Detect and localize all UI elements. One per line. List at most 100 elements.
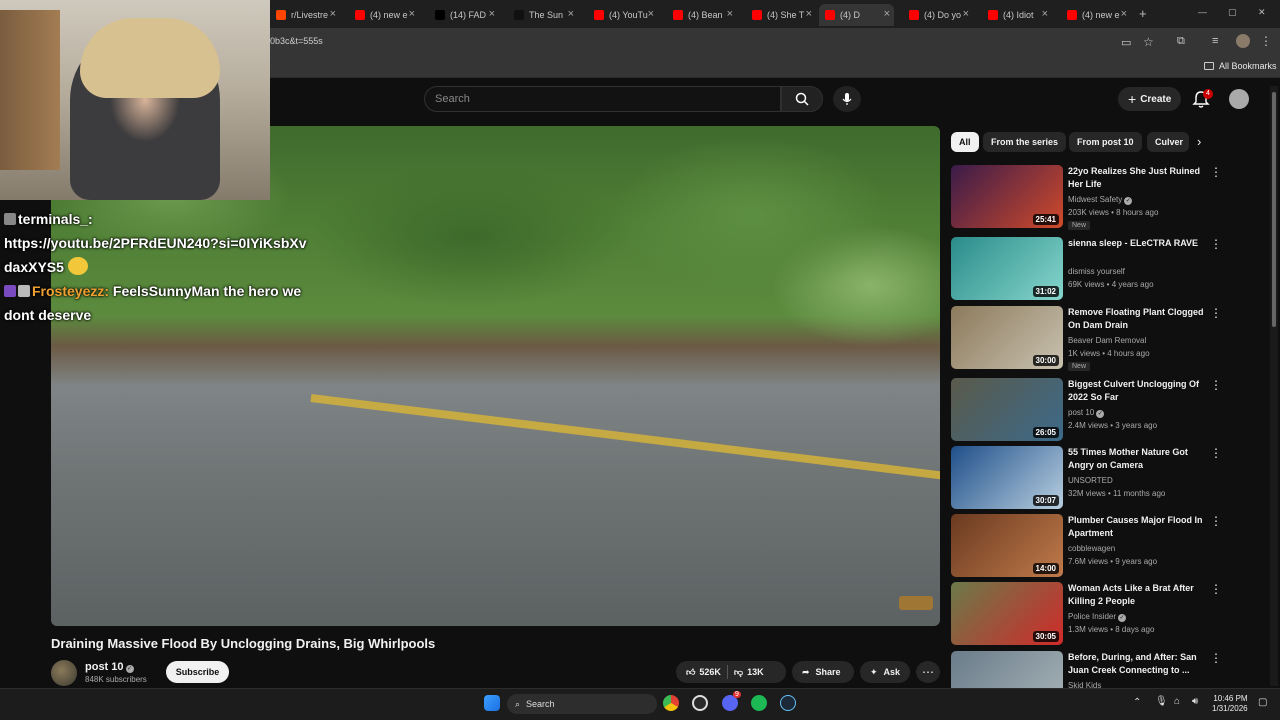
recommended-video[interactable]: 30:00 Remove Floating Plant Clogged On Da… [951,306,1231,371]
video-thumbnail[interactable]: 30:05 [951,582,1063,645]
more-options-icon[interactable]: ⋮ [1210,446,1222,460]
filter-chip[interactable]: From the series [983,132,1067,152]
url-text[interactable]: 0b3c&t=555s [270,36,323,46]
search-box[interactable] [424,86,781,112]
recommended-video[interactable]: 25:41 22yo Realizes She Just Ruined Her L… [951,165,1231,230]
subscribe-button[interactable]: Subscribe [166,661,229,683]
channel-avatar[interactable] [51,660,77,686]
close-window-icon[interactable]: ✕ [1258,7,1266,18]
account-avatar[interactable] [1229,89,1249,109]
more-options-icon[interactable]: ⋮ [1210,237,1222,251]
create-button[interactable]: + Create [1118,87,1182,111]
cast-icon[interactable]: ▭ [1121,36,1131,49]
tab-close-icon[interactable]: × [648,8,654,20]
browser-tab[interactable]: (14) FAD × [429,4,499,26]
recommended-video-title[interactable]: Remove Floating Plant Clogged On Dam Dra… [1068,306,1208,332]
like-button[interactable]: 👍︎ 526K [686,667,721,678]
taskbar-clock[interactable]: 10:46 PM 1/31/2026 [1212,694,1248,714]
media-controls-icon[interactable]: ≡ [1212,35,1218,47]
tab-close-icon[interactable]: × [727,8,733,20]
video-thumbnail[interactable] [951,651,1063,688]
tab-close-icon[interactable]: × [1042,8,1048,20]
recommended-video-title[interactable]: Biggest Culvert Unclogging Of 2022 So Fa… [1068,378,1208,404]
browser-tab[interactable]: (4) D × [819,4,894,26]
recommended-video-title[interactable]: 55 Times Mother Nature Got Angry on Came… [1068,446,1208,472]
notification-center-icon[interactable]: ▢ [1258,697,1267,708]
all-bookmarks-button[interactable]: All Bookmarks [1204,61,1277,71]
chevron-right-icon[interactable]: › [1197,134,1201,149]
video-thumbnail[interactable]: 14:00 [951,514,1063,577]
tab-close-icon[interactable]: × [409,8,415,20]
recommended-video[interactable]: Before, During, and After: San Juan Cree… [951,651,1231,688]
spotify-icon[interactable] [751,695,767,711]
recommended-video-channel[interactable]: Police Insider ✓ [1068,612,1127,622]
recommended-video[interactable]: 14:00 Plumber Causes Major Flood In Apart… [951,514,1231,578]
ask-button[interactable]: ✦ Ask [860,661,910,683]
share-button[interactable]: ➦ Share [792,661,854,683]
filter-chip[interactable]: Culver [1147,132,1189,152]
tab-close-icon[interactable]: × [568,8,574,20]
browser-tab[interactable]: (4) YouTu × [588,4,658,26]
tray-network-icon[interactable]: ⌂ [1174,696,1180,707]
bookmark-star-icon[interactable]: ☆ [1143,35,1154,49]
recommended-video-title[interactable]: sienna sleep - ELeCTRA RAVE [1068,237,1208,250]
tab-close-icon[interactable]: × [963,8,969,20]
browser-tab[interactable]: (4) new e × [349,4,419,26]
profile-avatar[interactable] [1236,34,1250,48]
minimize-icon[interactable]: — [1198,7,1207,17]
chrome-icon[interactable] [663,695,679,711]
obs-icon[interactable] [692,695,708,711]
recommended-video-channel[interactable]: UNSORTED [1068,476,1113,485]
recommended-video-title[interactable]: Before, During, and After: San Juan Cree… [1068,651,1208,677]
filter-chip[interactable]: From post 10 [1069,132,1142,152]
browser-tab[interactable]: (4) Idiot × [982,4,1052,26]
recommended-video-channel[interactable]: cobblewagen [1068,544,1115,553]
more-options-icon[interactable]: ⋮ [1210,651,1222,665]
recommended-video-title[interactable]: 22yo Realizes She Just Ruined Her Life [1068,165,1208,191]
tab-close-icon[interactable]: × [884,8,890,20]
tray-chevron-up-icon[interactable]: ⌃ [1133,697,1141,708]
tab-close-icon[interactable]: × [806,8,812,20]
video-thumbnail[interactable]: 31:02 [951,237,1063,300]
recommended-video[interactable]: 31:02 sienna sleep - ELeCTRA RAVE dismiss … [951,237,1231,301]
recommended-video-channel[interactable]: Skid Kids [1068,681,1101,688]
voice-search-button[interactable] [833,86,861,112]
browser-tab[interactable]: (4) She T × [746,4,816,26]
more-actions-button[interactable]: ⋯ [916,661,940,683]
tab-close-icon[interactable]: × [330,8,336,20]
more-options-icon[interactable]: ⋮ [1210,378,1222,392]
browser-tab[interactable]: (4) Bean × [667,4,737,26]
video-thumbnail[interactable]: 30:00 [951,306,1063,369]
tab-close-icon[interactable]: × [489,8,495,20]
video-thumbnail[interactable]: 26:05 [951,378,1063,441]
steam-icon[interactable] [780,695,796,711]
more-options-icon[interactable]: ⋮ [1210,514,1222,528]
recommended-video-title[interactable]: Woman Acts Like a Brat After Killing 2 P… [1068,582,1208,608]
tray-microphone-icon[interactable]: 🎙︎ [1155,696,1168,707]
filter-chip[interactable]: All [951,132,979,152]
recommended-video-channel[interactable]: Beaver Dam Removal [1068,336,1146,345]
dislike-button[interactable]: 👎︎ 13K [734,667,764,678]
search-input[interactable] [425,87,780,111]
recommended-video-channel[interactable]: dismiss yourself [1068,267,1125,276]
search-button[interactable] [781,86,823,112]
recommended-video-channel[interactable]: Midwest Safety ✓ [1068,195,1133,205]
browser-tab[interactable]: r/Livestre × [270,4,340,26]
more-options-icon[interactable]: ⋮ [1210,582,1222,596]
channel-watermark[interactable] [899,596,933,610]
more-options-icon[interactable]: ⋮ [1210,165,1222,179]
scrollbar-thumb[interactable] [1272,92,1276,327]
browser-tab[interactable]: (4) new e × [1061,4,1131,26]
video-player[interactable] [51,126,940,626]
more-options-icon[interactable]: ⋮ [1210,306,1222,320]
new-tab-icon[interactable]: + [1139,6,1147,21]
channel-name[interactable]: post 10 ✓ [85,661,134,673]
taskbar-search[interactable]: ⌕ Search [507,694,657,714]
recommended-video[interactable]: 30:07 55 Times Mother Nature Got Angry on… [951,446,1231,510]
windows-start-icon[interactable] [484,695,500,711]
video-thumbnail[interactable]: 30:07 [951,446,1063,509]
recommended-video[interactable]: 30:05 Woman Acts Like a Brat After Killin… [951,582,1231,646]
recommended-video[interactable]: 26:05 Biggest Culvert Unclogging Of 2022 … [951,378,1231,442]
video-thumbnail[interactable]: 25:41 [951,165,1063,228]
tab-close-icon[interactable]: × [1121,8,1127,20]
